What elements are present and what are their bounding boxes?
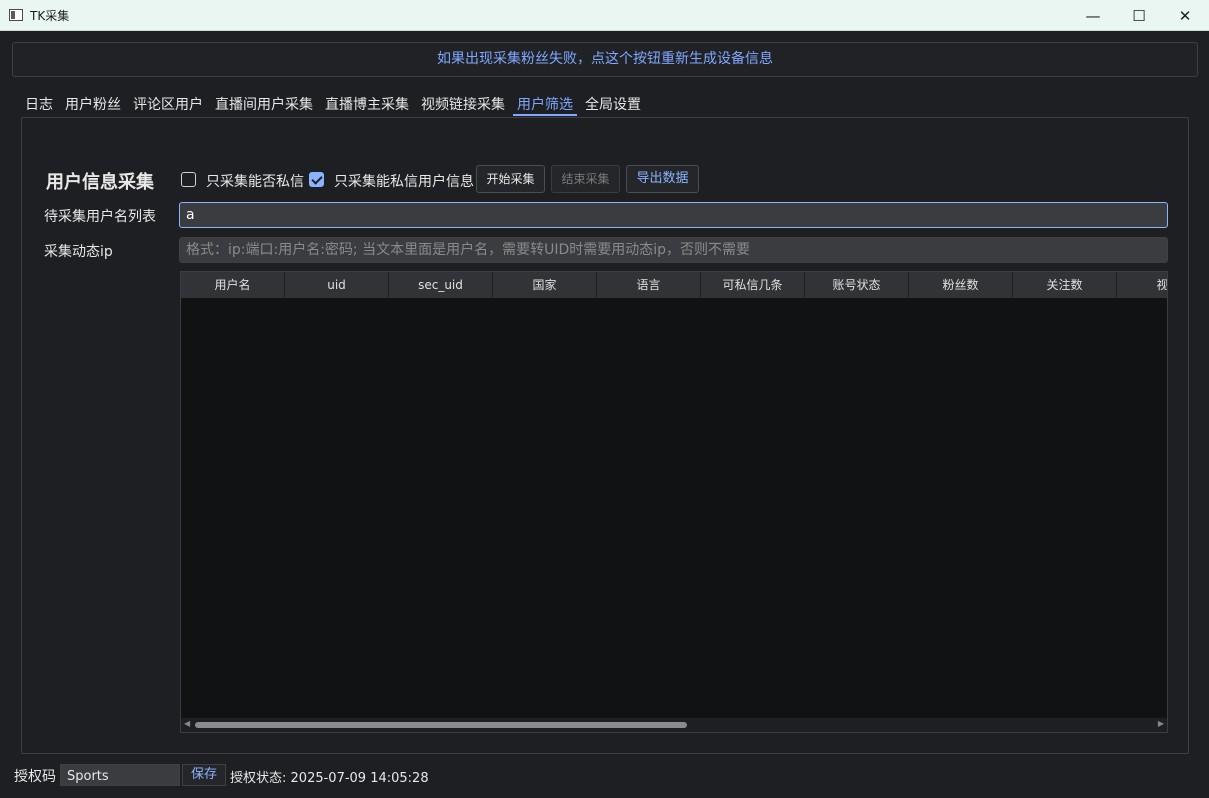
regenerate-device-button[interactable]: 如果出现采集粉丝失败，点这个按钮重新生成设备信息	[12, 42, 1198, 77]
auth-status-value: 2025-07-09 14:05:28	[290, 771, 429, 786]
scroll-right-arrow-icon[interactable]: ▶	[1158, 719, 1164, 728]
tab-video-links[interactable]: 视频链接采集	[417, 91, 509, 116]
tab-live-streamers[interactable]: 直播博主采集	[321, 91, 413, 116]
column-header[interactable]: 视频	[1117, 272, 1167, 298]
auth-status: 授权状态: 2025-07-09 14:05:28	[230, 767, 429, 786]
window-title: TK采集	[30, 9, 70, 23]
section-title: 用户信息采集	[46, 172, 154, 193]
column-header[interactable]: 可私信几条	[701, 272, 805, 298]
auth-status-label: 授权状态:	[230, 771, 287, 786]
minimize-button[interactable]: —	[1070, 0, 1116, 31]
scrollbar-thumb[interactable]	[195, 722, 687, 728]
tab-user-fans[interactable]: 用户粉丝	[61, 91, 125, 116]
tab-log[interactable]: 日志	[21, 91, 57, 116]
dm-check-only-checkbox[interactable]	[181, 172, 196, 187]
column-header[interactable]: uid	[285, 272, 389, 298]
column-header[interactable]: 语言	[597, 272, 701, 298]
maximize-button[interactable]: ☐	[1116, 0, 1162, 31]
results-table[interactable]: 用户名 uid sec_uid 国家 语言 可私信几条 账号状态 粉丝数 关注数…	[180, 271, 1168, 733]
column-header[interactable]: 粉丝数	[909, 272, 1013, 298]
tab-global-settings[interactable]: 全局设置	[581, 91, 645, 116]
export-data-button[interactable]: 导出数据	[626, 165, 699, 193]
auth-code-label: 授权码	[14, 769, 56, 785]
tab-bar: 日志 用户粉丝 评论区用户 直播间用户采集 直播博主采集 视频链接采集 用户筛选…	[21, 91, 649, 117]
table-header: 用户名 uid sec_uid 国家 语言 可私信几条 账号状态 粉丝数 关注数…	[181, 272, 1167, 298]
save-auth-button[interactable]: 保存	[182, 764, 226, 786]
main-window: 如果出现采集粉丝失败，点这个按钮重新生成设备信息 日志 用户粉丝 评论区用户 直…	[1, 31, 1208, 797]
proxy-label: 采集动态ip	[44, 244, 113, 260]
title-bar: TK采集 — ☐ ✕	[0, 0, 1209, 31]
usernames-label: 待采集用户名列表	[44, 209, 156, 225]
app-icon	[9, 9, 23, 21]
tab-comment-users[interactable]: 评论区用户	[129, 91, 207, 116]
user-filter-panel: 用户信息采集 只采集能否私信 只采集能私信用户信息 开始采集 结束采集 导出数据…	[21, 117, 1189, 754]
stop-collect-button[interactable]: 结束采集	[551, 165, 620, 193]
column-header[interactable]: 用户名	[181, 272, 285, 298]
proxy-input[interactable]: 格式：ip:端口:用户名:密码; 当文本里面是用户名，需要转UID时需要用动态i…	[179, 237, 1168, 263]
dm-check-only-label: 只采集能否私信	[206, 174, 304, 190]
tab-live-room-users[interactable]: 直播间用户采集	[211, 91, 317, 116]
scroll-left-arrow-icon[interactable]: ◀	[184, 719, 190, 728]
dm-users-only-checkbox[interactable]	[309, 172, 324, 187]
tab-user-filter[interactable]: 用户筛选	[513, 91, 577, 116]
start-collect-button[interactable]: 开始采集	[476, 165, 545, 193]
column-header[interactable]: 账号状态	[805, 272, 909, 298]
horizontal-scrollbar[interactable]: ◀ ▶	[181, 718, 1167, 732]
column-header[interactable]: 关注数	[1013, 272, 1117, 298]
column-header[interactable]: sec_uid	[389, 272, 493, 298]
auth-code-input[interactable]: Sports	[60, 764, 180, 786]
close-button[interactable]: ✕	[1162, 0, 1208, 31]
usernames-input[interactable]: a	[179, 202, 1168, 228]
column-header[interactable]: 国家	[493, 272, 597, 298]
dm-users-only-label: 只采集能私信用户信息	[334, 174, 474, 190]
